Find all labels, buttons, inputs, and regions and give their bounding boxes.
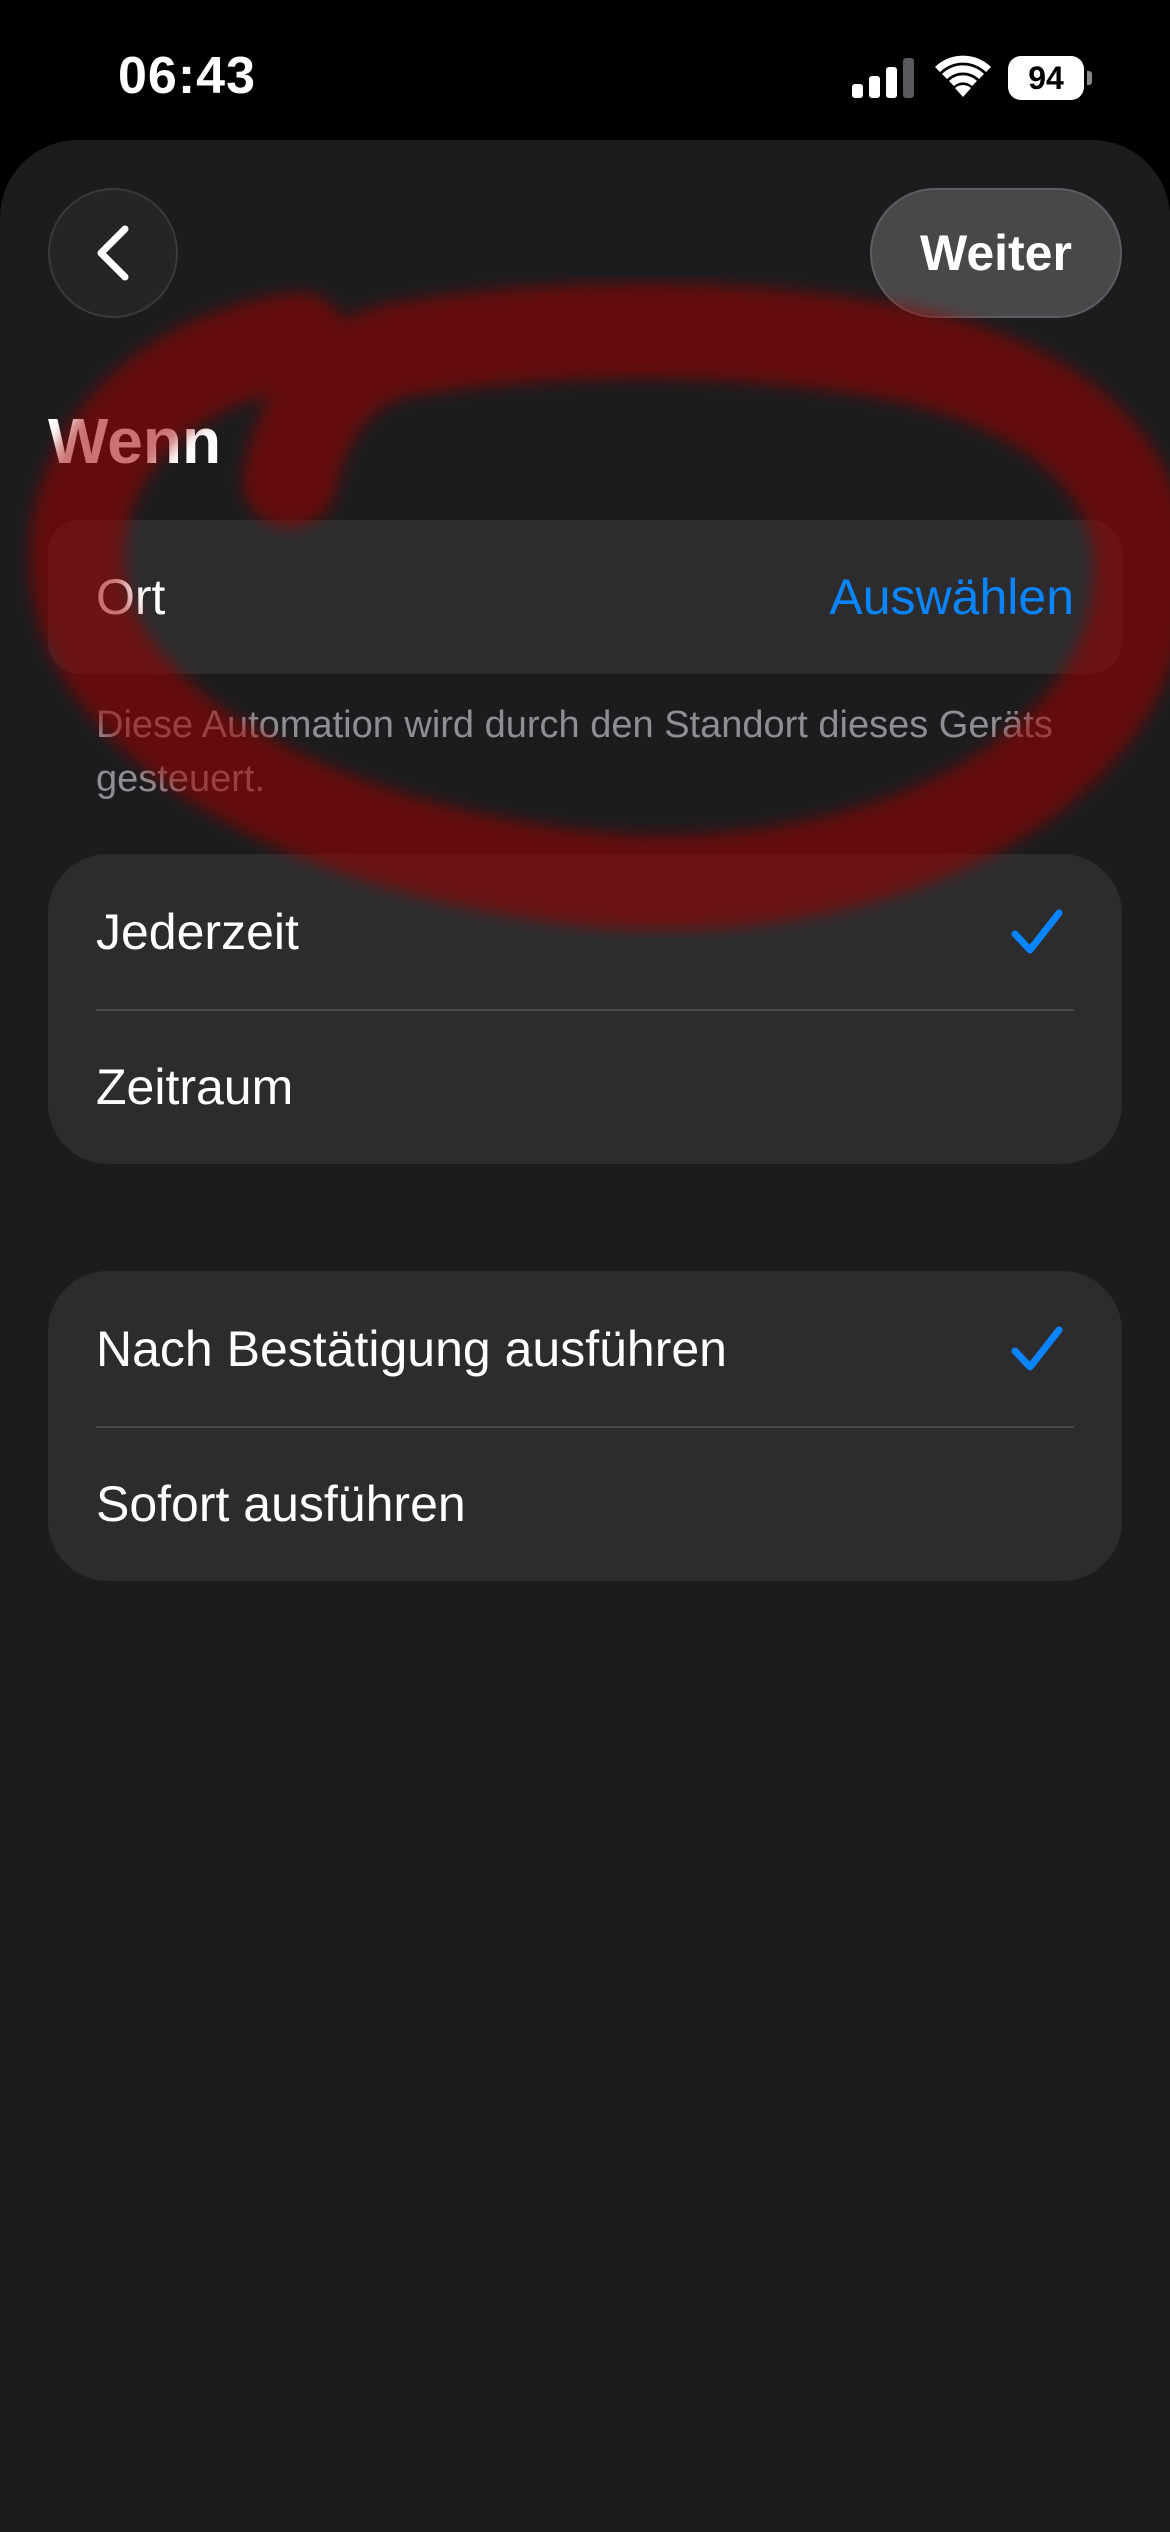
back-button[interactable] (48, 188, 178, 318)
section-title: Wenn (48, 405, 222, 477)
option-label: Nach Bestätigung ausführen (96, 1320, 727, 1377)
option-run-after-confirmation[interactable]: Nach Bestätigung ausführen (48, 1271, 1122, 1426)
location-footnote: Diese Automation wird durch den Standort… (96, 704, 1053, 800)
time-options-group: Jederzeit Zeitraum (48, 854, 1122, 1164)
next-button[interactable]: Weiter (870, 188, 1122, 318)
status-time: 06:43 (118, 47, 256, 105)
option-run-immediately[interactable]: Sofort ausführen (48, 1426, 1122, 1581)
option-label: Sofort ausführen (96, 1475, 466, 1532)
status-bar: 06:43 94 (0, 0, 1170, 140)
option-time-range[interactable]: Zeitraum (48, 1009, 1122, 1164)
battery-level: 94 (1008, 56, 1084, 100)
option-label: Jederzeit (96, 903, 299, 960)
signal-icon (852, 58, 914, 98)
option-anytime[interactable]: Jederzeit (48, 854, 1122, 1009)
choose-location-button[interactable]: Auswählen (829, 520, 1074, 674)
location-label: Ort (96, 569, 166, 625)
option-label: Zeitraum (96, 1058, 294, 1115)
battery-cap (1087, 71, 1092, 85)
checkmark-icon (1011, 909, 1063, 953)
run-options-group: Nach Bestätigung ausführen Sofort ausfüh… (48, 1271, 1122, 1581)
wifi-icon (935, 55, 991, 97)
battery-icon: 94 (1008, 56, 1092, 100)
chevron-left-icon (97, 225, 129, 281)
automation-sheet: Weiter Wenn Ort Auswählen Diese Automati… (0, 140, 1170, 2532)
checkmark-icon (1011, 1326, 1063, 1370)
location-row[interactable]: Ort Auswählen (48, 520, 1122, 674)
